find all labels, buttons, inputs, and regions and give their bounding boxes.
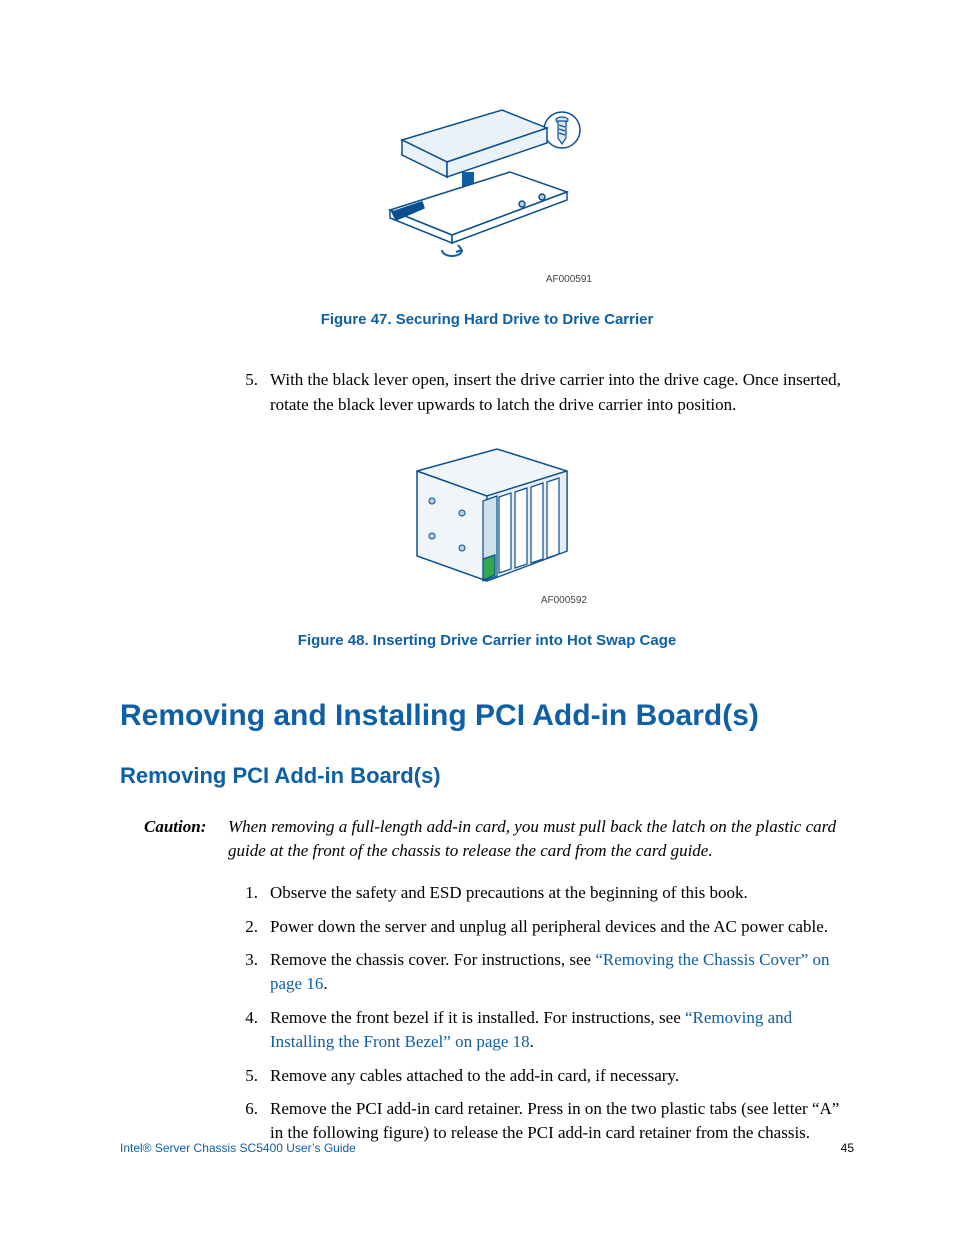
caution-label: Caution: xyxy=(144,815,228,863)
step-number: 6. xyxy=(240,1097,270,1145)
list-step-1: 1. Observe the safety and ESD precaution… xyxy=(120,881,854,905)
caution-block: Caution: When removing a full-length add… xyxy=(120,815,854,863)
step-text: Observe the safety and ESD precautions a… xyxy=(270,881,854,905)
figure-48: AF000592 Figure 48. Inserting Drive Carr… xyxy=(120,441,854,649)
text-post: . xyxy=(323,974,327,993)
step-text: Remove the PCI add-in card retainer. Pre… xyxy=(270,1097,854,1145)
subsection-heading-removing-pci: Removing PCI Add-in Board(s) xyxy=(120,763,854,789)
list-step-6: 6. Remove the PCI add-in card retainer. … xyxy=(120,1097,854,1145)
instruction-step-5: 5. With the black lever open, insert the… xyxy=(120,368,854,417)
page-footer: Intel® Server Chassis SC5400 User’s Guid… xyxy=(120,1141,854,1155)
text-post: . xyxy=(530,1032,534,1051)
figure-47-image: AF000591 xyxy=(382,100,592,285)
figure-48-caption: Figure 48. Inserting Drive Carrier into … xyxy=(120,632,854,649)
page-number: 45 xyxy=(841,1141,854,1155)
list-step-4: 4. Remove the front bezel if it is insta… xyxy=(120,1006,854,1054)
list-step-2: 2. Power down the server and unplug all … xyxy=(120,915,854,939)
step-number: 3. xyxy=(240,948,270,996)
list-step-5: 5. Remove any cables attached to the add… xyxy=(120,1064,854,1088)
step-number: 2. xyxy=(240,915,270,939)
figure-48-code: AF000592 xyxy=(387,595,587,606)
step-number: 5. xyxy=(240,1064,270,1088)
text-pre: Remove the chassis cover. For instructio… xyxy=(270,950,595,969)
section-heading-removing-installing-pci: Removing and Installing PCI Add-in Board… xyxy=(120,699,854,733)
footer-title: Intel® Server Chassis SC5400 User’s Guid… xyxy=(120,1141,356,1155)
step-text: Remove any cables attached to the add-in… xyxy=(270,1064,854,1088)
figure-47-code: AF000591 xyxy=(382,274,592,285)
step-number: 4. xyxy=(240,1006,270,1054)
text-pre: Remove the front bezel if it is installe… xyxy=(270,1008,685,1027)
step-number: 5. xyxy=(240,368,270,417)
step-number: 1. xyxy=(240,881,270,905)
figure-47: AF000591 Figure 47. Securing Hard Drive … xyxy=(120,100,854,328)
step-text: Remove the chassis cover. For instructio… xyxy=(270,948,854,996)
figure-48-image: AF000592 xyxy=(387,441,587,606)
list-step-3: 3. Remove the chassis cover. For instruc… xyxy=(120,948,854,996)
figure-47-caption: Figure 47. Securing Hard Drive to Drive … xyxy=(120,311,854,328)
step-text: Remove the front bezel if it is installe… xyxy=(270,1006,854,1054)
caution-text: When removing a full-length add-in card,… xyxy=(228,815,854,863)
step-text: With the black lever open, insert the dr… xyxy=(270,368,854,417)
step-text: Power down the server and unplug all per… xyxy=(270,915,854,939)
